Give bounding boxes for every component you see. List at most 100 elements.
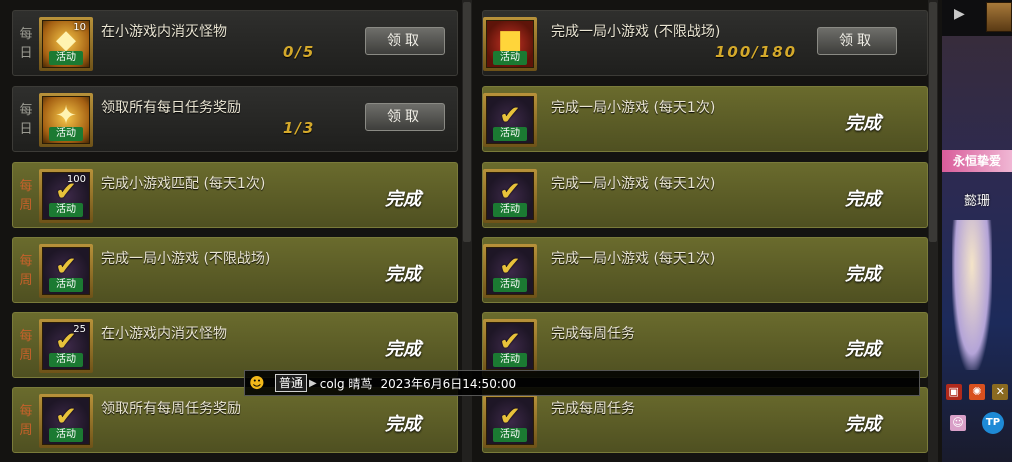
character-figure: [952, 220, 992, 370]
task-complete-label: 完成: [385, 339, 421, 360]
icon-count: 25: [73, 324, 86, 335]
chat-message: ☻ 普通 ▶ colg 晴茑 2023年6月6日14:50:00: [244, 370, 920, 396]
close-icon[interactable]: ✕: [992, 384, 1009, 400]
character-name: 懿珊: [964, 194, 991, 209]
task-icon-frame: ✔ 活动: [483, 394, 537, 448]
icon-tag: 活动: [493, 353, 527, 367]
frequency-label: 每 周: [13, 238, 39, 304]
task-row: ✔ 活动 完成一局小游戏 (每天1次) 完成: [482, 237, 928, 303]
icon-tag: 活动: [49, 51, 83, 65]
task-description: 完成每周任务: [551, 401, 635, 417]
task-complete-label: 完成: [845, 113, 881, 134]
scrollbar-thumb[interactable]: [929, 2, 937, 242]
frequency-char: 周: [19, 423, 33, 438]
task-row: 每 周 ✔ 25 活动 在小游戏内消灭怪物 完成: [12, 312, 458, 378]
frequency-char: 每: [19, 179, 33, 194]
task-row: 每 周 ✔ 活动 领取所有每周任务奖励 完成: [12, 387, 458, 453]
check-shield-icon: ✔ 活动: [486, 322, 534, 370]
task-row: 每 日 ◆ 10 活动 在小游戏内消灭怪物 0/5 领取: [12, 10, 458, 76]
game-side-panel: ▶ 永恒挚爱 懿珊 ▣ ✺ ✕ ☺ TP: [942, 0, 1012, 462]
book-icon[interactable]: [986, 2, 1012, 32]
task-description: 在小游戏内消灭怪物: [101, 326, 227, 342]
task-complete-label: 完成: [385, 414, 421, 435]
frequency-label: 每 周: [13, 163, 39, 229]
gold-coin-icon: ◆ 10 活动: [42, 20, 90, 68]
frequency-label: 每 日: [13, 11, 39, 77]
side-icons-row: ▣ ✺ ✕: [942, 380, 1012, 404]
icon-tag: 活动: [49, 203, 83, 217]
icon-tag: 活动: [49, 428, 83, 442]
frequency-char: 日: [19, 122, 33, 137]
icon-tag: 活动: [49, 353, 83, 367]
icon-tag: 活动: [493, 203, 527, 217]
gift-box-icon: ■ 活动: [486, 20, 534, 68]
shop-icon[interactable]: ▣: [945, 384, 962, 400]
claim-button[interactable]: 领取: [365, 27, 445, 55]
chat-channel-tag[interactable]: 普通: [275, 374, 308, 392]
event-banner[interactable]: 永恒挚爱: [942, 150, 1012, 172]
task-icon-frame: ✦ 活动: [39, 93, 93, 147]
icon-tag: 活动: [493, 51, 527, 65]
frequency-char: 周: [19, 198, 33, 213]
right-scrollbar[interactable]: [928, 0, 938, 462]
task-progress: 100/180: [715, 43, 798, 61]
icon-tag: 活动: [49, 278, 83, 292]
icon-tag: 活动: [493, 127, 527, 141]
task-complete-label: 完成: [845, 339, 881, 360]
task-row: ✔ 活动 完成每周任务 完成: [482, 312, 928, 378]
frequency-char: 每: [19, 329, 33, 344]
check-shield-icon: ✔ 25 活动: [42, 322, 90, 370]
task-description: 完成一局小游戏 (每天1次): [551, 176, 716, 192]
task-row: 每 日 ✦ 活动 领取所有每日任务奖励 1/3 领取: [12, 86, 458, 152]
check-shield-icon: ✔ 活动: [486, 247, 534, 295]
task-description: 领取所有每日任务奖励: [101, 100, 241, 116]
gold-trophy-icon: ✦ 活动: [42, 96, 90, 144]
task-icon-frame: ✔ 活动: [483, 169, 537, 223]
task-progress: 0/5: [283, 43, 316, 61]
task-description: 完成一局小游戏 (不限战场): [551, 24, 721, 40]
frequency-char: 每: [19, 404, 33, 419]
frequency-char: 每: [19, 27, 33, 42]
task-description: 完成小游戏匹配 (每天1次): [101, 176, 266, 192]
chat-timestamp: 2023年6月6日14:50:00: [380, 376, 517, 391]
icon-count: 10: [73, 22, 86, 33]
task-row: ✔ 活动 完成一局小游戏 (每天1次) 完成: [482, 162, 928, 228]
play-icon[interactable]: ▶: [954, 6, 965, 22]
side-icons-row-2: ☺ TP: [942, 410, 1012, 436]
frequency-char: 日: [19, 46, 33, 61]
arrow-right-icon: ▶: [309, 377, 317, 389]
tp-icon[interactable]: TP: [982, 412, 1004, 434]
frequency-label: 每 日: [13, 87, 39, 153]
frequency-label: 每 周: [13, 313, 39, 379]
task-icon-frame: ■ 活动: [483, 17, 537, 71]
task-complete-label: 完成: [845, 414, 881, 435]
task-complete-label: 完成: [385, 264, 421, 285]
task-description: 完成一局小游戏 (不限战场): [101, 251, 271, 267]
task-complete-label: 完成: [385, 189, 421, 210]
frequency-label: 每 周: [13, 388, 39, 454]
frequency-char: 每: [19, 103, 33, 118]
task-row: ✔ 活动 完成每周任务 完成: [482, 387, 928, 453]
claim-button[interactable]: 领取: [817, 27, 897, 55]
smiley-emoji-icon[interactable]: ☻: [245, 374, 269, 392]
check-shield-icon: ✔ 活动: [42, 247, 90, 295]
task-complete-label: 完成: [845, 189, 881, 210]
task-icon-frame: ✔ 活动: [483, 93, 537, 147]
task-icon-frame: ◆ 10 活动: [39, 17, 93, 71]
claim-button[interactable]: 领取: [365, 103, 445, 131]
task-description: 完成每周任务: [551, 326, 635, 342]
task-description: 领取所有每周任务奖励: [101, 401, 241, 417]
check-shield-icon: ✔ 活动: [486, 172, 534, 220]
task-row: 每 周 ✔ 100 活动 完成小游戏匹配 (每天1次) 完成: [12, 162, 458, 228]
task-progress: 1/3: [283, 119, 316, 137]
task-row: ✔ 活动 完成一局小游戏 (每天1次) 完成: [482, 86, 928, 152]
check-shield-icon: ✔ 活动: [486, 96, 534, 144]
avatar-icon[interactable]: ☺: [950, 415, 966, 431]
task-description: 完成一局小游戏 (每天1次): [551, 100, 716, 116]
check-shield-icon: ✔ 活动: [42, 397, 90, 445]
check-shield-icon: ✔ 100 活动: [42, 172, 90, 220]
chat-sender[interactable]: colg 晴茑: [320, 375, 373, 392]
task-row: ■ 活动 完成一局小游戏 (不限战场) 100/180 领取: [482, 10, 928, 76]
task-description: 完成一局小游戏 (每天1次): [551, 251, 716, 267]
fire-icon[interactable]: ✺: [968, 384, 985, 400]
